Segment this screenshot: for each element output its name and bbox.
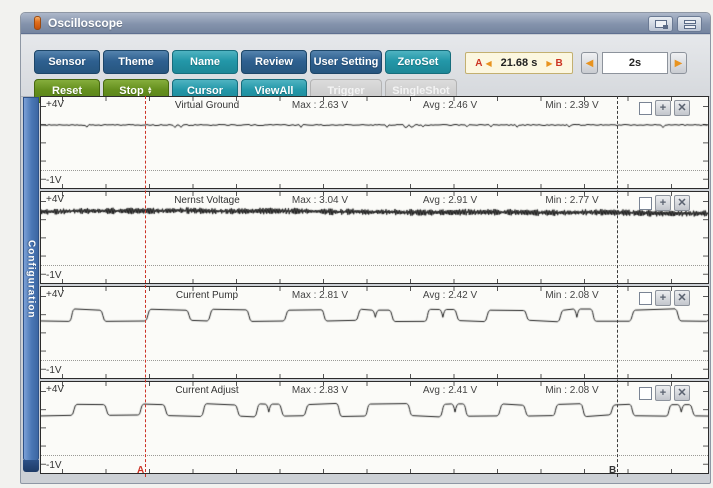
channel-add-button[interactable]: +: [655, 290, 671, 306]
channel-current-adjust: +4V -1V Current Adjust Max : 2.83 V Avg …: [40, 381, 709, 474]
channel-add-button[interactable]: +: [655, 195, 671, 211]
timebase-decrease-button[interactable]: ◀: [581, 52, 598, 74]
review-button[interactable]: Review: [241, 50, 307, 74]
cursor-b-bottom-label: B: [609, 465, 617, 476]
name-button[interactable]: Name: [172, 50, 238, 74]
channel-name: Current Pump: [175, 290, 239, 301]
channel-name: Virtual Ground: [174, 100, 240, 111]
channel-visibility-checkbox[interactable]: [639, 291, 652, 305]
scale-bottom-label: -1V: [46, 365, 62, 376]
right-arrow-icon: ▶: [674, 57, 683, 69]
scale-bottom-label: -1V: [46, 270, 62, 281]
channel-close-button[interactable]: ✕: [674, 385, 690, 401]
zeroset-button[interactable]: ZeroSet: [385, 50, 451, 74]
waveform-canvas: [41, 287, 708, 378]
sidebar-tab-configuration[interactable]: Configuration: [23, 97, 39, 472]
ab-time-readout: A ◀ 21.68 s ▶ B: [465, 52, 573, 74]
channel-visibility-checkbox[interactable]: [639, 101, 652, 115]
channel-min: Min : 2.08 V: [545, 290, 599, 301]
ab-time-value: 21.68 s: [500, 57, 538, 69]
channel-avg: Avg : 2.41 V: [422, 385, 478, 396]
app-icon: [34, 16, 41, 30]
scale-top-label: +4V: [46, 289, 65, 300]
range-left-arrow-icon: ◀: [485, 58, 492, 68]
channel-min: Min : 2.39 V: [545, 100, 599, 111]
channel-name: Nernst Voltage: [174, 195, 240, 206]
channel-add-button[interactable]: +: [655, 385, 671, 401]
scale-bottom-label: -1V: [46, 460, 62, 471]
channel-visibility-checkbox[interactable]: [639, 196, 652, 210]
waveform-canvas: [41, 192, 708, 283]
oscilloscope-window: Oscilloscope Sensor Theme Name Review Us…: [20, 12, 711, 484]
channel-name: Current Adjust: [175, 385, 239, 396]
channel-min: Min : 2.77 V: [545, 195, 599, 206]
stop-spinner-icon: ▲ ▼: [146, 86, 153, 96]
waveform-canvas: [41, 382, 708, 473]
plot-area: +4V -1V Virtual Ground Max : 2.63 V Avg …: [40, 96, 709, 480]
theme-button[interactable]: Theme: [103, 50, 169, 74]
cursor-b-line[interactable]: B: [609, 96, 618, 477]
channel-close-button[interactable]: ✕: [674, 100, 690, 116]
channel-avg: Avg : 2.42 V: [422, 290, 478, 301]
range-right-arrow-icon: ▶: [546, 58, 553, 68]
window-title: Oscilloscope: [48, 16, 123, 30]
toolbar: Sensor Theme Name Review User Setting Ze…: [21, 35, 710, 103]
channel-max: Max : 2.83 V: [291, 385, 349, 396]
minimize-icon: [683, 19, 696, 29]
minimize-window-button[interactable]: [677, 16, 702, 32]
cursor-a-label: A: [475, 57, 483, 69]
channel-current-pump: +4V -1V Current Pump Max : 2.81 V Avg : …: [40, 286, 709, 379]
channel-virtual-ground: +4V -1V Virtual Ground Max : 2.63 V Avg …: [40, 96, 709, 189]
channel-add-button[interactable]: +: [655, 100, 671, 116]
user-setting-button[interactable]: User Setting: [310, 50, 382, 74]
channel-close-button[interactable]: ✕: [674, 290, 690, 306]
waveform-canvas: [41, 97, 708, 188]
channel-min: Min : 2.08 V: [545, 385, 599, 396]
title-bar[interactable]: Oscilloscope: [21, 13, 710, 34]
cursor-b-label: B: [555, 57, 563, 69]
channel-avg: Avg : 2.46 V: [422, 100, 478, 111]
timebase-increase-button[interactable]: ▶: [670, 52, 687, 74]
left-arrow-icon: ◀: [585, 57, 594, 69]
timebase-value-box[interactable]: 2s: [602, 52, 668, 74]
sidebar-label: Configuration: [25, 239, 37, 319]
cursor-a-bottom-label: A: [137, 465, 145, 476]
channel-max: Max : 3.04 V: [291, 195, 349, 206]
cursor-a-line[interactable]: A: [137, 96, 146, 477]
restore-icon: [654, 20, 668, 29]
scale-bottom-label: -1V: [46, 175, 62, 186]
channel-close-button[interactable]: ✕: [674, 195, 690, 211]
channel-max: Max : 2.81 V: [291, 290, 349, 301]
sensor-button[interactable]: Sensor: [34, 50, 100, 74]
scale-top-label: +4V: [46, 99, 65, 110]
channel-max: Max : 2.63 V: [291, 100, 349, 111]
restore-window-button[interactable]: [648, 16, 673, 32]
scale-top-label: +4V: [46, 194, 65, 205]
scale-top-label: +4V: [46, 384, 65, 395]
channel-avg: Avg : 2.91 V: [422, 195, 478, 206]
channel-visibility-checkbox[interactable]: [639, 386, 652, 400]
channel-nernst-voltage: +4V -1V Nernst Voltage Max : 3.04 V Avg …: [40, 191, 709, 284]
